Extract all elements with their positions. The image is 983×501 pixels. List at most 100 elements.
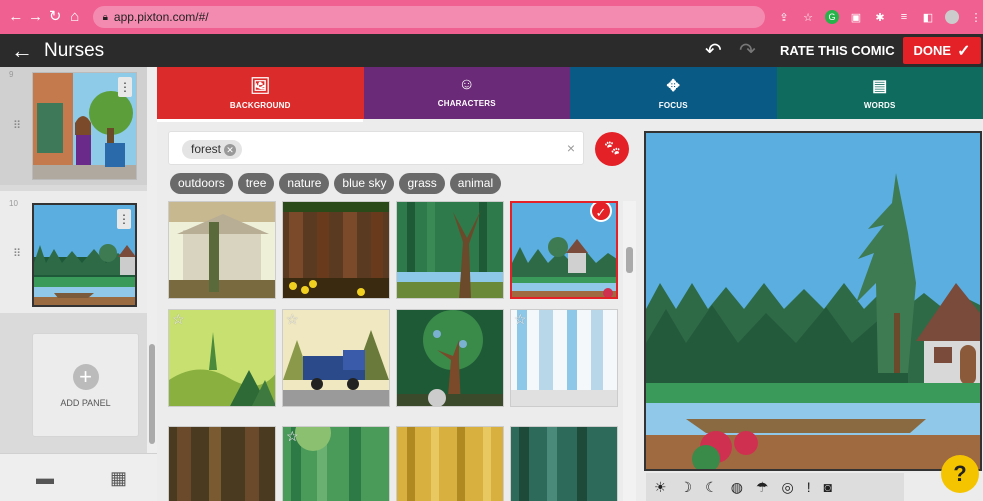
undo-icon[interactable]: ↶ bbox=[705, 38, 722, 63]
panel-thumbnail[interactable]: ⋮ bbox=[32, 72, 137, 180]
add-panel-button[interactable]: + ADD PANEL bbox=[32, 333, 139, 437]
rain-cloud-icon[interactable]: ☂ bbox=[756, 479, 769, 496]
panel-item-selected[interactable]: 10 ⠿ ⋮ bbox=[0, 191, 147, 313]
tag-chip[interactable]: outdoors bbox=[170, 173, 233, 194]
grammarly-icon[interactable]: G bbox=[825, 10, 839, 24]
cabin-forest-image bbox=[169, 202, 275, 298]
selected-check-icon: ✓ bbox=[590, 203, 612, 222]
brown-forest-image bbox=[169, 427, 275, 501]
home-icon[interactable]: ⌂ bbox=[65, 0, 85, 34]
more-menu-icon[interactable]: ⋮ bbox=[969, 10, 983, 24]
panel-effects-toolbar: ☀ ☽ ☾ ◍ ☂ ◎ ! ◙ bbox=[646, 473, 904, 501]
list-view-icon[interactable]: ▬ bbox=[36, 468, 54, 489]
reading-list-icon[interactable]: ≡ bbox=[897, 10, 911, 24]
tag-chip[interactable]: tree bbox=[237, 173, 275, 194]
tag-suggestions: outdoors tree nature blue sky grass anim… bbox=[170, 173, 502, 194]
back-arrow-icon[interactable]: ← bbox=[6, 38, 38, 64]
panel-thumbnail[interactable]: ⋮ bbox=[32, 203, 137, 307]
tag-chip[interactable]: animal bbox=[449, 173, 502, 194]
panel-item[interactable]: 9 ⠿ ⋮ bbox=[0, 67, 147, 185]
camera-icon[interactable]: ◙ bbox=[824, 479, 832, 495]
comic-panel-preview[interactable] bbox=[644, 131, 982, 471]
blur-icon[interactable]: ◍ bbox=[731, 479, 743, 496]
search-chip[interactable]: forest ✕ bbox=[182, 140, 243, 159]
checkmark-icon: ✓ bbox=[957, 42, 971, 60]
panel-menu-icon[interactable]: ⋮ bbox=[118, 77, 132, 97]
background-thumbnail[interactable] bbox=[168, 426, 276, 501]
green-forest-river-image bbox=[397, 202, 503, 298]
background-thumbnail[interactable] bbox=[282, 201, 390, 299]
active-tab-indicator bbox=[157, 119, 363, 122]
panel-scene-image bbox=[646, 133, 980, 469]
sidebar-view-toolbar: ▬ ▦ bbox=[0, 453, 157, 501]
add-panel-label: ADD PANEL bbox=[60, 398, 111, 408]
moon-icon[interactable]: ☽ bbox=[680, 479, 693, 496]
rate-comic-button[interactable]: RATE THIS COMIC bbox=[780, 34, 895, 67]
teal-forest-image bbox=[511, 427, 617, 501]
favorite-star-icon[interactable]: ☆ bbox=[172, 311, 185, 328]
background-thumbnail[interactable]: ☆ bbox=[168, 309, 276, 407]
background-thumbnail-selected[interactable]: ✓ bbox=[510, 201, 618, 299]
background-thumbnail[interactable]: ☆ bbox=[282, 426, 390, 501]
profile-avatar-icon[interactable] bbox=[945, 10, 959, 24]
drag-handle-icon[interactable]: ⠿ bbox=[13, 119, 21, 132]
search-input[interactable]: forest ✕ × bbox=[168, 131, 584, 165]
dark-forest-flowers-image bbox=[283, 202, 389, 298]
forward-arrow-icon[interactable]: → bbox=[26, 0, 46, 34]
side-panel-icon[interactable]: ◧ bbox=[921, 10, 935, 24]
redo-icon[interactable]: ↷ bbox=[739, 38, 756, 63]
sun-icon[interactable]: ☀ bbox=[654, 479, 667, 496]
help-button[interactable]: ? bbox=[941, 455, 979, 493]
speech-bubble-icon: ▤ bbox=[872, 78, 888, 95]
bookmark-star-icon[interactable]: ☆ bbox=[801, 10, 815, 24]
lock-icon: 🔒︎ bbox=[102, 11, 108, 23]
face-icon: ☺ bbox=[458, 76, 476, 93]
paw-filter-button[interactable]: 🐾︎ bbox=[595, 132, 629, 166]
background-thumbnail[interactable] bbox=[396, 309, 504, 407]
swirl-icon[interactable]: ◎ bbox=[781, 479, 793, 496]
tab-focus[interactable]: ✥ FOCUS bbox=[570, 67, 777, 119]
light-green-forest-image bbox=[283, 427, 389, 501]
extension-icon[interactable]: ▣ bbox=[849, 10, 863, 24]
tab-label: FOCUS bbox=[658, 101, 688, 110]
sidebar-scrollbar-thumb[interactable] bbox=[149, 344, 155, 444]
comic-title: Nurses bbox=[44, 39, 105, 61]
background-thumbnail[interactable]: ☆ bbox=[282, 309, 390, 407]
tab-characters[interactable]: ☺ CHARACTERS bbox=[363, 67, 570, 119]
done-button[interactable]: DONE ✓ bbox=[903, 37, 981, 64]
background-results-grid: ✓ ☆ ☆ ☆ ☆ bbox=[168, 201, 620, 501]
favorite-star-icon[interactable]: ☆ bbox=[514, 311, 527, 328]
drag-handle-icon[interactable]: ⠿ bbox=[13, 247, 21, 260]
app-header: ← Nurses ↶ ↷ RATE THIS COMIC DONE ✓ bbox=[0, 34, 983, 67]
exclamation-icon[interactable]: ! bbox=[807, 479, 811, 495]
background-thumbnail[interactable] bbox=[168, 201, 276, 299]
crescent-moon-icon[interactable]: ☾ bbox=[705, 479, 718, 496]
favorite-star-icon[interactable]: ☆ bbox=[286, 428, 299, 445]
panel-number: 10 bbox=[9, 199, 18, 208]
tag-chip[interactable]: blue sky bbox=[334, 173, 395, 194]
background-thumbnail[interactable] bbox=[396, 201, 504, 299]
tab-label: CHARACTERS bbox=[437, 99, 496, 108]
done-label: DONE bbox=[913, 43, 952, 58]
big-tree-forest-image bbox=[397, 310, 503, 406]
puzzle-icon[interactable]: ✱ bbox=[873, 10, 887, 24]
tag-chip[interactable]: nature bbox=[279, 173, 330, 194]
background-thumbnail[interactable] bbox=[510, 426, 618, 501]
paw-icon: 🐾︎ bbox=[602, 140, 622, 157]
share-icon[interactable]: ⇪ bbox=[777, 10, 791, 24]
grid-view-icon[interactable]: ▦ bbox=[110, 468, 127, 489]
chip-remove-icon[interactable]: ✕ bbox=[224, 144, 237, 156]
clear-search-icon[interactable]: × bbox=[567, 140, 575, 156]
favorite-star-icon[interactable]: ☆ bbox=[286, 311, 299, 328]
address-bar[interactable]: 🔒︎ app.pixton.com/#/ bbox=[92, 6, 765, 28]
tab-words[interactable]: ▤ WORDS bbox=[776, 67, 983, 119]
tag-chip[interactable]: grass bbox=[399, 173, 445, 194]
tab-background[interactable]: 🖼︎ BACKGROUND bbox=[157, 67, 364, 119]
background-thumbnail[interactable]: ☆ bbox=[510, 309, 618, 407]
results-scrollbar[interactable] bbox=[623, 201, 636, 501]
panel-menu-icon[interactable]: ⋮ bbox=[117, 209, 131, 229]
background-thumbnail[interactable] bbox=[396, 426, 504, 501]
back-arrow-icon[interactable]: ← bbox=[6, 0, 26, 34]
results-scrollbar-thumb[interactable] bbox=[626, 247, 633, 273]
reload-icon[interactable]: ↻ bbox=[45, 0, 65, 34]
